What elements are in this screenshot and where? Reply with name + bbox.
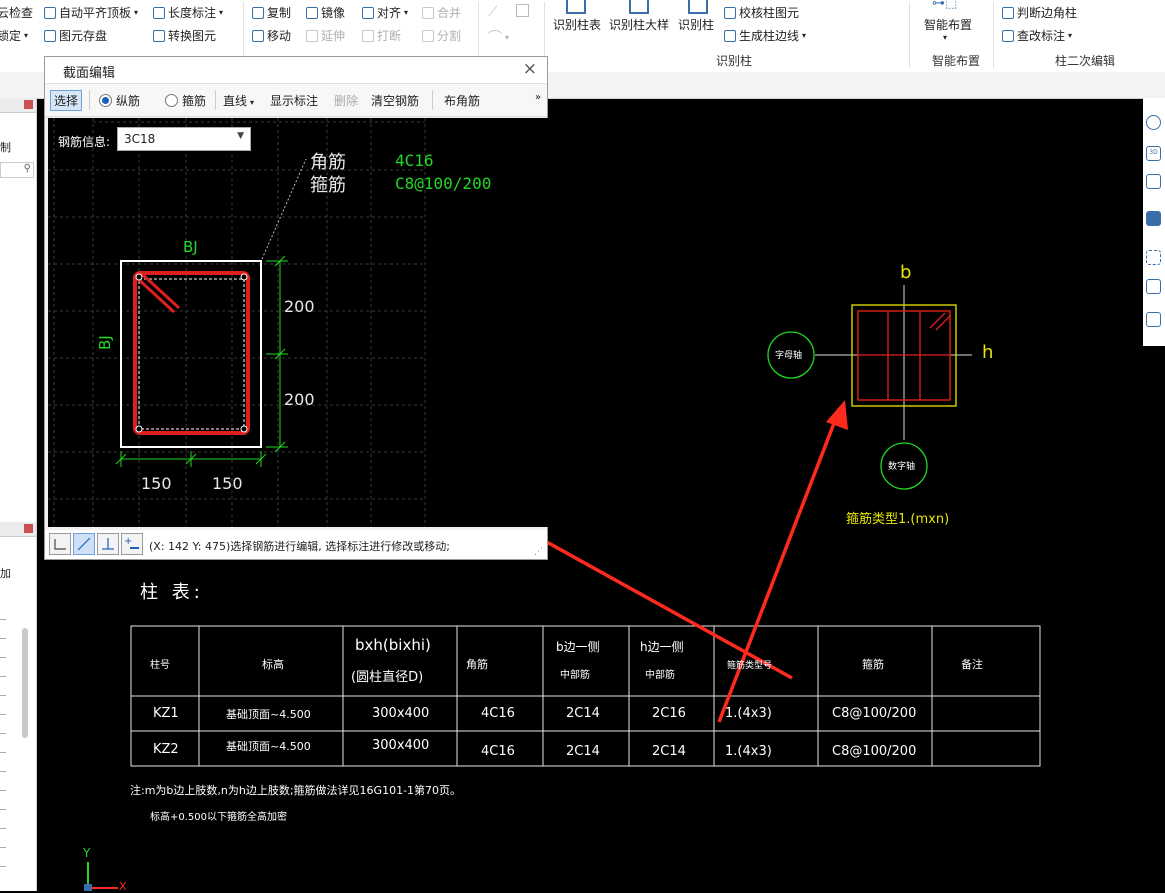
top-bj-label[interactable]: BJ [183, 238, 198, 256]
resize-grip-icon[interactable]: ⋰ [534, 547, 543, 557]
table-note-2: 标高+0.500以下箍筋全高加密 [150, 812, 288, 823]
table-note-1: 注:m为b边上肢数,n为h边上肢数;箍筋做法详见16G101-1第70页。 [130, 784, 462, 797]
table-cell: C8@100/200 [832, 744, 917, 759]
table-header-cell: 中部筋 [560, 670, 590, 681]
table-cell: 2C14 [652, 744, 686, 759]
corner-rebar[interactable] [135, 425, 143, 433]
longitudinal-label: 纵筋 [116, 94, 141, 108]
ucs-x-label: X [119, 880, 127, 893]
table-cell: 2C16 [652, 706, 686, 721]
left-bj-label[interactable]: BJ [96, 335, 114, 350]
stirrup-radio[interactable]: 箍筋 [165, 92, 206, 109]
letter-axis-bubble-text: 字母轴 [775, 351, 803, 361]
callout-stirrup-label: 箍筋 [310, 175, 346, 196]
table-header-cell: 中部筋 [645, 670, 675, 681]
toolbar-divider [89, 90, 90, 110]
number-axis-bubble-text: 数字轴 [888, 462, 916, 472]
clear-rebar-button[interactable]: 清空钢筋 [371, 92, 419, 109]
dialog-toolbar: 选择 纵筋 箍筋 直线 ▾ 显示标注 删除 清空钢筋 布角筋 » [45, 84, 547, 117]
concrete-cover-line [138, 278, 245, 430]
stirrup-outer[interactable] [133, 271, 250, 435]
stirrup-label: 箍筋 [182, 94, 207, 108]
table-cell: 基础顶面~4.500 [226, 708, 311, 721]
table-cell: 4C16 [481, 706, 515, 721]
free-line-icon[interactable] [73, 533, 95, 555]
section-edit-dialog: 截面编辑 × 选择 纵筋 箍筋 直线▾ 显示标注 删除 清空钢筋 布角筋 » [44, 56, 548, 560]
column-plan-symbol [767, 285, 972, 490]
table-header-cell: (圆柱直径D) [351, 670, 424, 685]
table-header-cell: bxh(bixhi) [355, 636, 431, 654]
line-mode-dropdown[interactable]: 直线 ▾ [223, 92, 254, 109]
table-header-cell: h边一侧 [640, 640, 684, 654]
stirrup-hook[interactable] [135, 276, 176, 314]
table-cell: 300x400 [372, 738, 430, 753]
table-header-cell: b边一侧 [556, 640, 600, 654]
dim-right-bottom[interactable]: 200 [284, 390, 315, 409]
select-button[interactable]: 选择 [50, 90, 83, 111]
dim-bottom-right[interactable]: 150 [212, 474, 243, 493]
svg-text:+: + [124, 536, 132, 547]
section-canvas[interactable]: 钢筋信息: 3C18 ▼ 角筋 箍筋 4C16 C8@100/200 BJ BJ … [48, 118, 548, 527]
radio-checked-icon [99, 94, 112, 107]
dialog-titlebar[interactable]: 截面编辑 × [45, 57, 547, 84]
column-outline[interactable] [120, 260, 262, 448]
dim-right-top[interactable]: 200 [284, 297, 315, 316]
table-header-cell: 柱号 [150, 660, 170, 671]
corner-rebar[interactable] [135, 273, 143, 281]
callout-stirrup-value[interactable]: C8@100/200 [395, 174, 491, 193]
corner-rebar-button[interactable]: 布角筋 [444, 92, 480, 109]
callout-leader [261, 158, 307, 260]
longitudinal-radio[interactable]: 纵筋 [99, 92, 140, 109]
callout-corner-value[interactable]: 4C16 [395, 151, 434, 170]
show-label-button[interactable]: 显示标注 [270, 92, 318, 109]
table-cell: 300x400 [372, 706, 430, 721]
delete-button[interactable]: 删除 [334, 92, 358, 109]
status-text: (X: 142 Y: 475)选择钢筋进行编辑, 选择标注进行修改或移动; [149, 540, 450, 553]
table-header-cell: 箍筋 [862, 658, 884, 671]
dialog-title: 截面编辑 [63, 66, 116, 81]
perpendicular-icon[interactable] [97, 533, 119, 555]
dimension-lines [115, 255, 288, 467]
chevron-down-icon: ▾ [250, 98, 255, 107]
table-cell: KZ1 [153, 706, 179, 721]
radio-unchecked-icon [165, 94, 178, 107]
table-cell: C8@100/200 [832, 706, 917, 721]
table-cell: 基础顶面~4.500 [226, 740, 311, 753]
rebar-info-label: 钢筋信息: [58, 135, 111, 149]
chevron-down-icon: ▼ [237, 131, 244, 141]
table-header-cell: 标高 [262, 658, 284, 671]
dim-bottom-left[interactable]: 150 [141, 474, 172, 493]
ortho-mode-icon[interactable] [49, 533, 71, 555]
close-icon[interactable]: × [523, 59, 537, 79]
table-cell: KZ2 [153, 742, 179, 757]
rebar-info-select[interactable]: 3C18 ▼ [117, 127, 251, 151]
corner-rebar[interactable] [240, 273, 248, 281]
corner-rebar[interactable] [240, 425, 248, 433]
table-cell: 2C14 [566, 744, 600, 759]
table-cell: 4C16 [481, 744, 515, 759]
table-cell: 2C14 [566, 706, 600, 721]
ucs-icon [84, 862, 118, 891]
toolbar-divider [432, 90, 433, 110]
toolbar-overflow-icon[interactable]: » [535, 92, 541, 103]
toolbar-divider [215, 90, 216, 110]
table-cell: 1.(4x3) [725, 744, 772, 759]
stirrup-type-label: 箍筋类型1.(mxn) [846, 512, 950, 527]
axis-h-label: h [982, 342, 994, 363]
snap-add-icon[interactable]: + [121, 533, 143, 555]
background-grid [48, 118, 426, 527]
table-cell: 1.(4x3) [725, 706, 772, 721]
table-header-cell: 备注 [961, 658, 983, 671]
axis-b-label: b [900, 262, 912, 283]
dialog-statusbar: + (X: 142 Y: 475)选择钢筋进行编辑, 选择标注进行修改或移动; … [45, 530, 547, 559]
ucs-y-label: Y [83, 846, 91, 860]
column-table-title: 柱 表: [140, 582, 204, 603]
table-header-cell: 箍筋类型号 [727, 661, 773, 671]
table-header-cell: 角筋 [466, 658, 488, 671]
